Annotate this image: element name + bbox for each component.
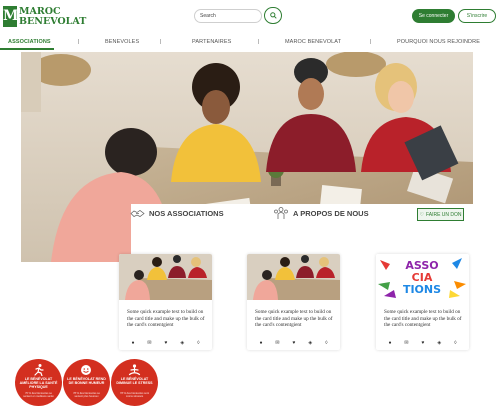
twitter-icon[interactable]: ♥: [164, 340, 167, 346]
mood-badge: LE BÉNÉVOLAT REND DE BONNE HUMEUR 78 % d…: [63, 359, 110, 406]
nav-item-partenaires[interactable]: PARTENAIRES: [192, 39, 231, 45]
site-header: M MAROC BENEVOLAT Se connecter S'inscrir…: [0, 0, 500, 34]
stress-badge: LE BÉNÉVOLAT DIMINUE LE STRESS 78 % des …: [111, 359, 158, 406]
mail-icon[interactable]: ✉: [147, 340, 151, 346]
signup-button[interactable]: S'inscrire: [458, 9, 496, 23]
logo[interactable]: M MAROC BENEVOLAT: [3, 6, 86, 27]
nav-item-maroc-benevolat[interactable]: MAROC BENEVOLAT: [285, 39, 341, 45]
card-share-icons: ● ✉ ♥ ◈ ◊: [247, 340, 340, 346]
association-card[interactable]: Some quick example text to build on the …: [119, 254, 212, 350]
people-icon: [274, 207, 288, 219]
drop-icon[interactable]: ◊: [325, 340, 327, 346]
logo-text: MAROC BENEVOLAT: [19, 5, 87, 27]
smiley-icon: [81, 365, 91, 375]
nos-associations-label: NOS ASSOCIATIONS: [149, 209, 224, 218]
nav-separator: |: [370, 39, 372, 45]
card-share-icons: ● ✉ ♥ ◈ ◊: [376, 340, 469, 346]
nav-item-benevoles[interactable]: BENEVOLES: [105, 39, 139, 45]
nav-separator: |: [78, 39, 80, 45]
card-text: Some quick example text to build on the …: [127, 309, 205, 328]
heart-icon: ♡: [419, 211, 424, 218]
donate-label: FAIRE UN DON: [425, 211, 462, 218]
facebook-icon[interactable]: ●: [259, 340, 262, 346]
badge-subtitle: 78 % des bénévoles se sentent plus heure…: [73, 392, 100, 398]
mail-icon[interactable]: ✉: [275, 340, 279, 346]
search-icon: [269, 12, 277, 19]
main-nav: ASSOCIATIONS | BENEVOLES | PARTENAIRES |…: [0, 36, 500, 50]
active-tab-indicator: [0, 48, 54, 50]
nav-item-pourquoi[interactable]: POURQUOI NOUS REJOINDRE: [397, 39, 480, 45]
drop-icon[interactable]: ◊: [197, 340, 199, 346]
health-badge: LE BÉNÉVOLAT AMÉLIORE LA SANTÉ PHYSIQUE …: [15, 359, 62, 406]
badge-title: LE BÉNÉVOLAT DIMINUE LE STRESS: [116, 377, 153, 386]
logo-line-2: BENEVOLAT: [19, 15, 87, 27]
card-text: Some quick example text to build on the …: [384, 309, 462, 328]
badge-title: LE BÉNÉVOLAT REND DE BONNE HUMEUR: [67, 377, 106, 386]
login-button[interactable]: Se connecter: [412, 9, 455, 23]
card-image: [119, 254, 212, 300]
nos-associations-link[interactable]: NOS ASSOCIATIONS: [130, 209, 224, 218]
card-image-text-3: TIONS: [403, 283, 441, 296]
badge-subtitle: 70 % des bénévoles se sentent en meilleu…: [23, 392, 54, 398]
associations-hands-image: ASSO CIA TIONS: [376, 254, 469, 300]
facebook-icon[interactable]: ●: [388, 340, 391, 346]
card-share-icons: ● ✉ ♥ ◈ ◊: [119, 340, 212, 346]
search-button[interactable]: [264, 7, 282, 24]
search-input[interactable]: [194, 9, 262, 23]
a-propos-label: A PROPOS DE NOUS: [293, 209, 369, 218]
association-card[interactable]: ASSO CIA TIONS Some quick example text t…: [376, 254, 469, 350]
badge-subtitle: 78 % des bénévoles sont moins stressés: [120, 392, 149, 398]
running-icon: [34, 364, 44, 376]
card-image: [247, 254, 340, 300]
association-card[interactable]: Some quick example text to build on the …: [247, 254, 340, 350]
location-icon[interactable]: ◈: [180, 340, 184, 346]
facebook-icon[interactable]: ●: [131, 340, 134, 346]
nav-item-associations[interactable]: ASSOCIATIONS: [8, 39, 51, 45]
logo-mark: M: [3, 6, 19, 27]
badge-title: LE BÉNÉVOLAT AMÉLIORE LA SANTÉ PHYSIQUE: [19, 377, 58, 390]
drop-icon[interactable]: ◊: [454, 340, 456, 346]
logo-line-1: MAROC: [19, 5, 61, 17]
hero-image: [21, 52, 473, 262]
handshake-icon: [130, 210, 145, 217]
donate-button[interactable]: ♡ FAIRE UN DON: [417, 208, 464, 221]
nav-separator: |: [258, 39, 260, 45]
mail-icon[interactable]: ✉: [404, 340, 408, 346]
card-text: Some quick example text to build on the …: [255, 309, 333, 328]
location-icon[interactable]: ◈: [437, 340, 441, 346]
meditation-icon: [128, 364, 141, 376]
twitter-icon[interactable]: ♥: [421, 340, 424, 346]
a-propos-link[interactable]: A PROPOS DE NOUS: [273, 207, 369, 220]
nav-separator: |: [160, 39, 162, 45]
twitter-icon[interactable]: ♥: [292, 340, 295, 346]
location-icon[interactable]: ◈: [308, 340, 312, 346]
